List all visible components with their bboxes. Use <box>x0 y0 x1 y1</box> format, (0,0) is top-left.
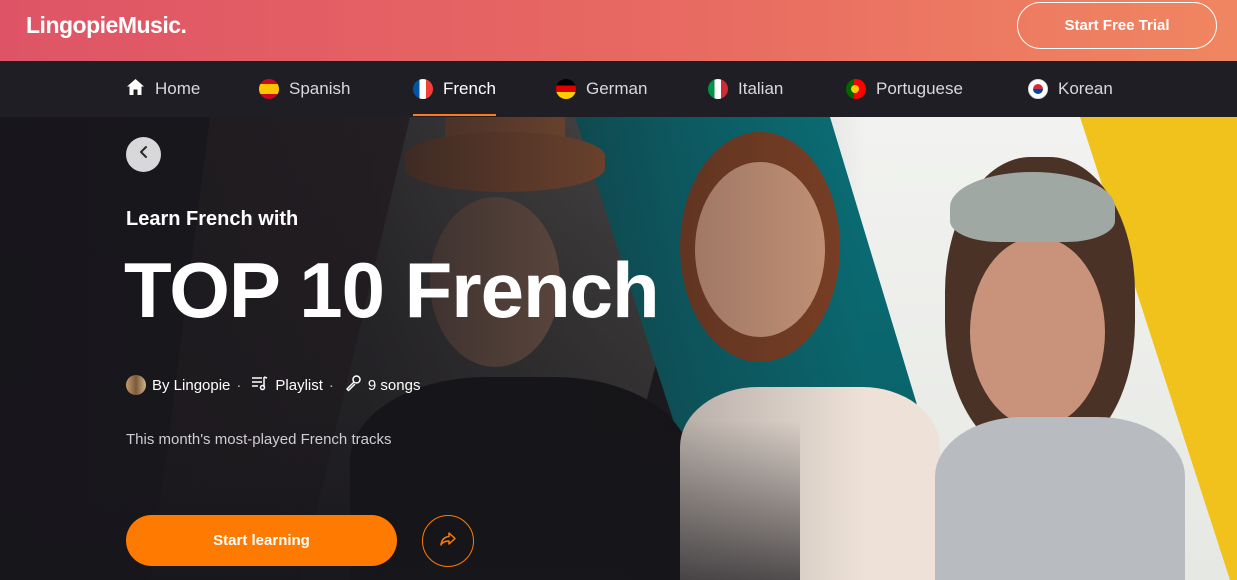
separator: · <box>328 376 334 394</box>
nav-item-italian[interactable]: Italian <box>708 61 783 117</box>
author-text: By Lingopie <box>152 376 231 394</box>
top-header: LingopieMusic. Start Free Trial <box>0 0 1237 61</box>
page-title: TOP 10 French <box>124 246 660 334</box>
share-button[interactable] <box>422 515 474 567</box>
italy-flag-icon <box>708 79 728 99</box>
nav-label: French <box>443 79 496 98</box>
avatar <box>126 375 146 395</box>
hero-eyebrow: Learn French with <box>126 208 299 230</box>
hero-banner: Learn French with TOP 10 French By Lingo… <box>0 117 1237 580</box>
home-icon <box>126 78 145 101</box>
france-flag-icon <box>413 79 433 99</box>
start-free-trial-button[interactable]: Start Free Trial <box>1017 2 1217 49</box>
separator: · <box>236 376 242 394</box>
chevron-left-icon <box>138 145 150 164</box>
playlist-meta: By Lingopie · Playlist · 9 songs <box>126 374 420 396</box>
share-icon <box>439 531 457 552</box>
back-button[interactable] <box>126 137 161 172</box>
hero-overlay-bottom <box>0 420 800 580</box>
nav-label: Italian <box>738 79 784 98</box>
playlist-type: Playlist <box>275 376 323 394</box>
nav-label: Korean <box>1058 79 1113 98</box>
korea-flag-icon <box>1028 79 1048 99</box>
nav-item-portuguese[interactable]: Portuguese <box>846 61 963 117</box>
microphone-icon <box>344 374 362 396</box>
spain-flag-icon <box>259 79 279 99</box>
nav-item-german[interactable]: German <box>556 61 647 117</box>
nav-item-korean[interactable]: Korean <box>1028 61 1113 117</box>
nav-label: Home <box>155 79 201 98</box>
nav-label: German <box>586 79 648 98</box>
playlist-icon <box>251 375 269 395</box>
nav-item-french[interactable]: French <box>413 61 496 117</box>
song-count: 9 songs <box>367 376 421 394</box>
nav-item-home[interactable]: Home <box>126 61 200 117</box>
nav-item-spanish[interactable]: Spanish <box>259 61 350 117</box>
logo[interactable]: LingopieMusic. <box>26 12 187 39</box>
portugal-flag-icon <box>846 79 866 99</box>
nav-label: Portuguese <box>876 79 963 98</box>
germany-flag-icon <box>556 79 576 99</box>
playlist-description: This month's most-played French tracks <box>126 431 392 448</box>
language-nav: Home Spanish French German Italian Portu… <box>0 61 1237 117</box>
start-learning-button[interactable]: Start learning <box>126 515 397 566</box>
nav-label: Spanish <box>289 79 351 98</box>
